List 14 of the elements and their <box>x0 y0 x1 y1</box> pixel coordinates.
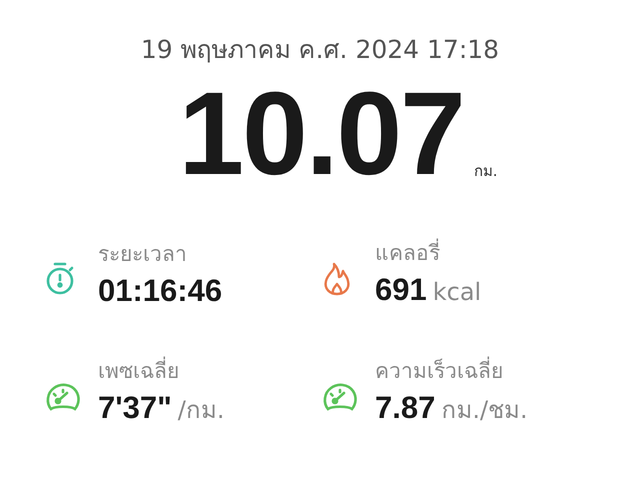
stat-value: 7'37" <box>98 390 172 426</box>
stat-label: ระยะเวลา <box>98 241 188 268</box>
stat-unit: kcal <box>432 277 482 308</box>
stat-label: เพซเฉลี่ย <box>98 356 225 386</box>
distance-unit: กม. <box>474 160 498 182</box>
distance-value: 10.07 <box>178 84 464 184</box>
workout-date: 19 พฤษภาคม ค.ศ. 2024 17:18 <box>140 34 500 66</box>
stat-unit: /กม. <box>178 395 225 426</box>
stat-label: แคลอรี่ <box>375 238 482 268</box>
stat-value: 691 <box>375 272 427 308</box>
stat-value: 7.87 <box>375 390 436 426</box>
stat-value: 01:16:46 <box>98 273 222 309</box>
stat-unit: กม./ชม. <box>441 395 528 426</box>
stat-label: ความเร็วเฉลี่ย <box>375 356 528 386</box>
